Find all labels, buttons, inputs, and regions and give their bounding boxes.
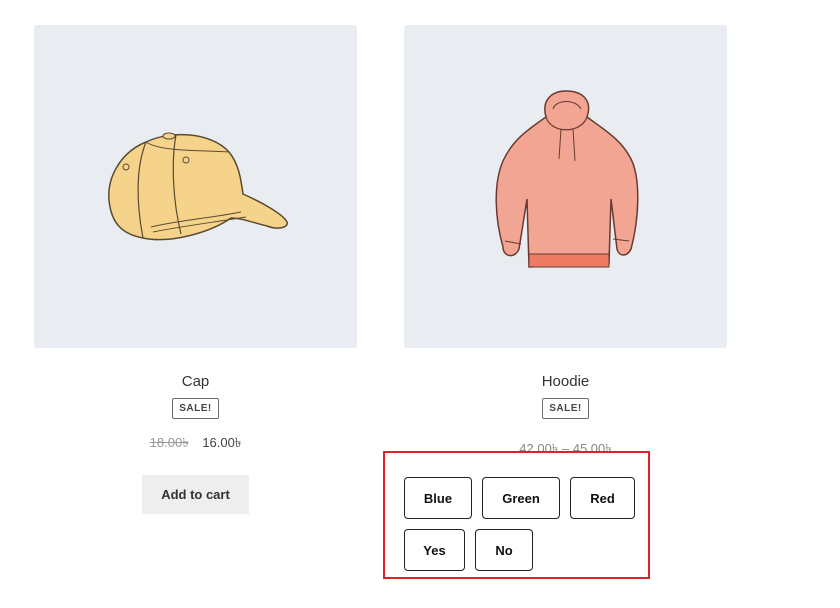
- product-card-hoodie: Hoodie SALE!: [404, 25, 727, 424]
- product-image-cap[interactable]: [34, 25, 357, 348]
- variation-swatches: Blue Green Red Yes No: [404, 477, 644, 581]
- swatch-red[interactable]: Red: [570, 477, 635, 519]
- price-original: 18.00৳: [149, 435, 189, 450]
- logo-swatch-row: Yes No: [404, 529, 644, 571]
- product-title-cap[interactable]: Cap: [34, 373, 357, 390]
- product-grid-page: Cap SALE! 18.00৳ 16.00৳ Add to cart Hood…: [0, 0, 840, 608]
- product-price-cap: 18.00৳ 16.00৳: [34, 434, 357, 455]
- swatch-no[interactable]: No: [475, 529, 533, 571]
- hoodie-icon: [495, 90, 638, 268]
- cap-icon: [107, 132, 288, 240]
- swatch-green[interactable]: Green: [482, 477, 560, 519]
- color-swatch-row: Blue Green Red: [404, 477, 644, 519]
- product-image-hoodie[interactable]: [404, 25, 727, 348]
- add-to-cart-button[interactable]: Add to cart: [142, 475, 249, 514]
- product-card-cap: Cap SALE! 18.00৳ 16.00৳ Add to cart: [34, 25, 357, 514]
- sale-badge: SALE!: [172, 398, 219, 419]
- swatch-yes[interactable]: Yes: [404, 529, 465, 571]
- swatch-blue[interactable]: Blue: [404, 477, 472, 519]
- product-title-hoodie[interactable]: Hoodie: [404, 373, 727, 390]
- price-sale: 16.00৳: [202, 435, 242, 450]
- sale-badge: SALE!: [542, 398, 589, 419]
